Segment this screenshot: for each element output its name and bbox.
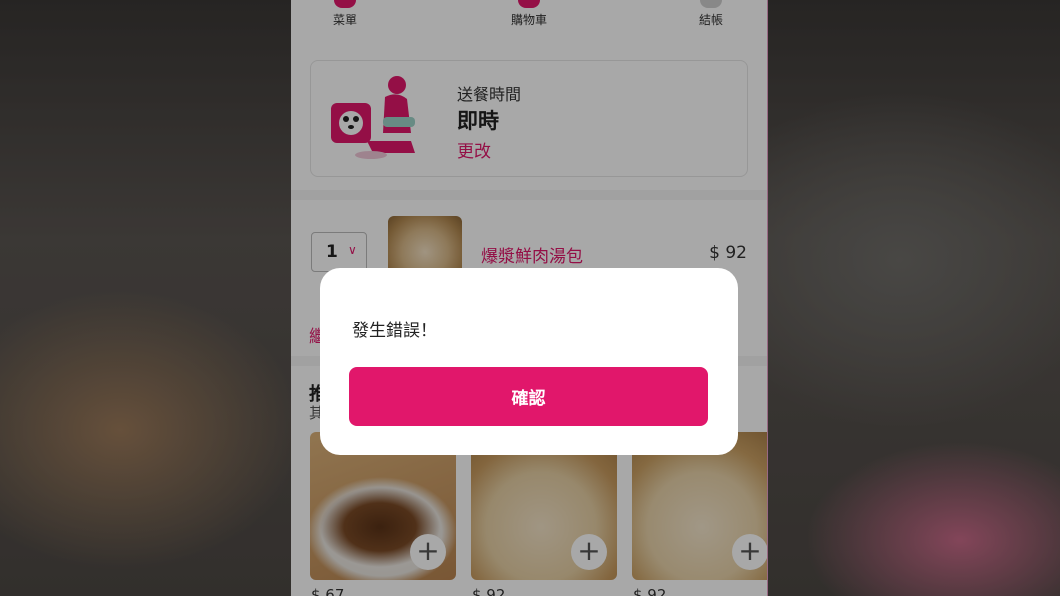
confirm-button[interactable]: 確認 — [349, 367, 708, 426]
error-dialog: 發生錯誤！ 確認 — [320, 268, 738, 455]
error-message: 發生錯誤！ — [352, 321, 437, 341]
